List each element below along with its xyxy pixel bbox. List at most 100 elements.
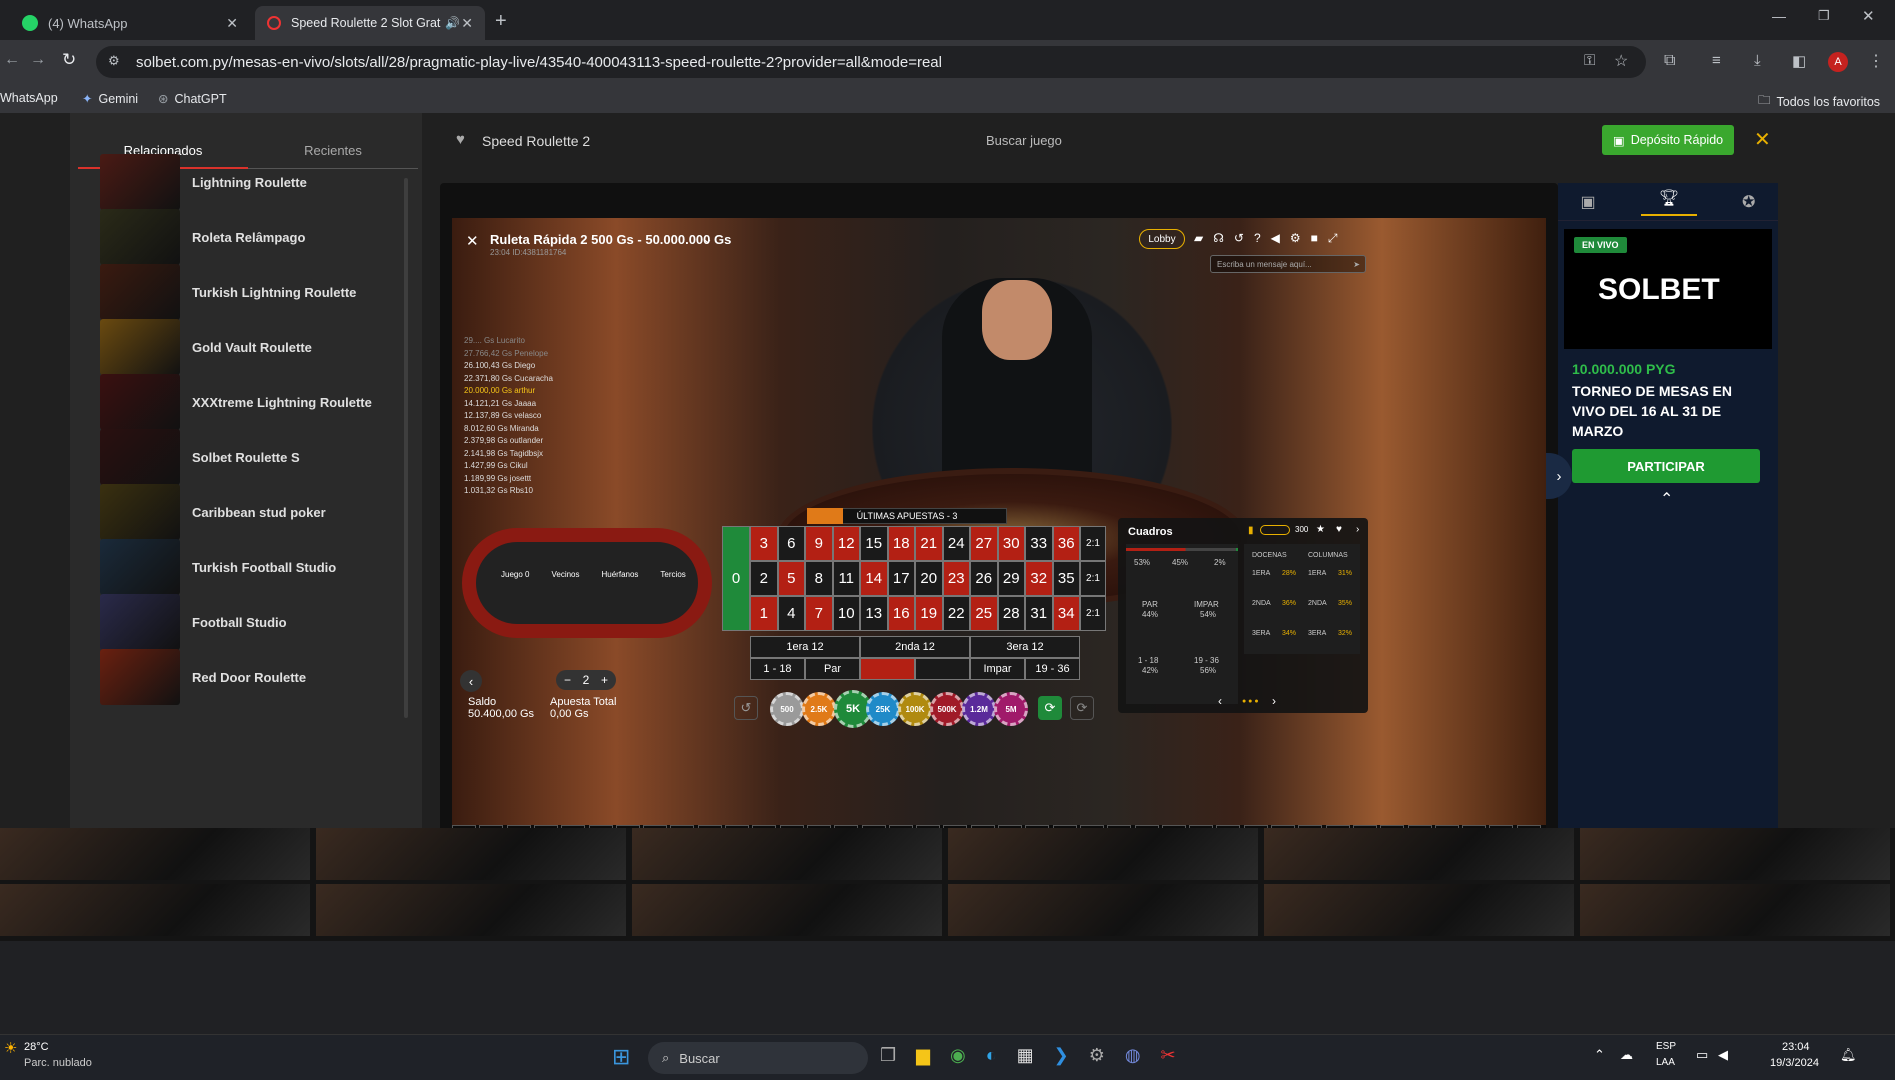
racetrack-section[interactable]: Juego 0 [501,570,529,579]
number-cell[interactable]: 33 [1025,526,1053,561]
expand-panel-icon[interactable]: › [1546,453,1572,499]
racetrack-section[interactable]: Vecinos [551,570,579,579]
number-cell[interactable]: 24 [942,526,970,561]
minimize-icon[interactable]: — [1772,8,1786,24]
related-game-thumbnail[interactable] [632,828,942,880]
game-list-item[interactable]: Roleta Relâmpago [100,208,390,266]
related-game-thumbnail[interactable] [1580,884,1890,936]
close-icon[interactable]: ✕ [461,15,473,32]
outside-bet-cell[interactable]: Par [805,658,860,680]
chat-input[interactable]: Escriba un mensaje aquí... ➤ [1210,255,1366,273]
site-info-icon[interactable]: ⚙ [108,53,120,69]
game-list-item[interactable]: XXXtreme Lightning Roulette [100,373,390,431]
taskbar-search[interactable]: ⌕ Buscar [648,1042,868,1074]
game-list-item[interactable]: Caribbean stud poker [100,483,390,541]
scrollbar[interactable] [404,178,408,718]
number-cell[interactable]: 22 [942,596,970,631]
number-cell[interactable]: 8 [805,561,833,596]
lang-primary[interactable]: ESP [1656,1041,1676,1052]
file-explorer-icon[interactable]: ▆ [916,1045,930,1066]
close-icon[interactable]: ✕ [466,232,479,250]
trophy-icon[interactable]: 🏆︎ [1640,188,1697,216]
dozen-bet-cell[interactable]: 3era 12 [970,636,1080,658]
minus-icon[interactable]: − [564,673,571,687]
weather-icon[interactable]: ☀ [4,1039,17,1057]
number-cell[interactable]: 29 [997,561,1025,596]
column-bet-cell[interactable]: 2:1 [1080,526,1106,561]
number-cell[interactable]: 2 [750,561,778,596]
vscode-icon[interactable]: ❯ [1054,1045,1069,1066]
media-control-icon[interactable]: ≡ [1712,52,1721,69]
column-bet-cell[interactable]: 2:1 [1080,596,1106,631]
send-icon[interactable]: ➤ [1353,260,1360,269]
badge-icon[interactable]: ✪ [1742,192,1755,212]
related-game-thumbnail[interactable] [0,828,310,880]
number-cell[interactable]: 27 [970,526,998,561]
related-game-thumbnail[interactable] [948,884,1258,936]
number-cell[interactable]: 20 [915,561,943,596]
outside-bet-cell[interactable]: 19 - 36 [1025,658,1080,680]
lang-secondary[interactable]: LAA [1656,1057,1675,1068]
number-cell[interactable]: 13 [860,596,888,631]
outside-bet-cell[interactable]: Impar [970,658,1025,680]
chip-500[interactable]: 500 [770,692,804,726]
number-cell[interactable]: 6 [777,526,805,561]
windows-start-icon[interactable]: ⊞ [612,1044,630,1070]
related-game-thumbnail[interactable] [1580,828,1890,880]
notification-bell-icon[interactable]: 🔔︎ [1840,1047,1857,1063]
number-cell[interactable]: 17 [887,561,915,596]
participate-button[interactable]: PARTICIPAR [1572,449,1760,483]
number-cell[interactable]: 7 [805,596,833,631]
favorite-heart-icon[interactable]: ♥ [456,131,465,148]
number-cell[interactable]: 9 [805,526,833,561]
quick-deposit-button[interactable]: ▣ Depósito Rápido [1602,125,1734,155]
forward-icon[interactable]: → [30,51,46,69]
chevron-down-icon[interactable]: ⌄ [702,231,713,247]
live-tv-icon[interactable]: ▣ [1581,192,1596,212]
chevron-up-icon[interactable]: ⌃ [1660,489,1673,509]
clock-time[interactable]: 23:04 [1782,1041,1810,1053]
game-list-item[interactable]: Red Door Roulette [100,648,390,706]
number-cell[interactable]: 10 [832,596,860,631]
volume-icon[interactable]: ◀ [1271,231,1280,246]
number-cell[interactable]: 31 [1025,596,1053,631]
bet-stepper[interactable]: − 2 + [556,670,616,690]
new-tab-icon[interactable]: + [495,10,507,33]
zero-cell[interactable]: 0 [722,526,750,631]
lobby-button[interactable]: Lobby [1139,229,1185,249]
chip-1.2M[interactable]: 1.2M [962,692,996,726]
help-icon[interactable]: ? [1254,231,1261,246]
store-icon[interactable]: ▦ [1017,1045,1034,1066]
number-cell[interactable]: 28 [997,596,1025,631]
number-cell[interactable]: 36 [1052,526,1080,561]
chip-2.5K[interactable]: 2.5K [802,692,836,726]
menu-icon[interactable]: ⋮ [1868,51,1884,71]
number-cell[interactable]: 3 [750,526,778,561]
side-panel-icon[interactable]: ◧ [1792,52,1806,70]
key-icon[interactable]: ⚿ [1584,52,1595,69]
bookmark-star-icon[interactable]: ☆ [1614,51,1628,71]
fullscreen-icon[interactable]: ⤢ [1328,231,1338,246]
game-list-item[interactable]: Turkish Football Studio [100,538,390,596]
bookmark-gemini[interactable]: ✦ Gemini [82,91,138,107]
chevron-left-icon[interactable]: ‹ [1218,694,1222,708]
bookmark-whatsapp[interactable]: WhatsApp [0,91,58,105]
close-game-icon[interactable]: ✕ [1754,127,1771,152]
speaker-icon[interactable]: 🔊 [445,16,460,30]
download-icon[interactable]: ⤓ [1754,52,1761,69]
close-icon[interactable]: ✕ [226,15,238,32]
settings-icon[interactable]: ⚙ [1089,1045,1105,1066]
stats-slider[interactable] [1260,525,1290,535]
plus-icon[interactable]: + [601,673,608,687]
outside-bet-cell[interactable]: 1 - 18 [750,658,805,680]
related-game-thumbnail[interactable] [632,884,942,936]
search-game-input[interactable]: Buscar juego [986,133,1062,148]
dozen-bet-cell[interactable]: 2nda 12 [860,636,970,658]
tray-chevron-icon[interactable]: ⌃ [1594,1047,1605,1063]
outside-bet-cell[interactable] [915,658,970,680]
column-bet-cell[interactable]: 2:1 [1080,561,1106,596]
number-cell[interactable]: 19 [915,596,943,631]
related-game-thumbnail[interactable] [316,884,626,936]
reload-icon[interactable]: ↻ [62,50,76,70]
dozen-bet-cell[interactable]: 1era 12 [750,636,860,658]
